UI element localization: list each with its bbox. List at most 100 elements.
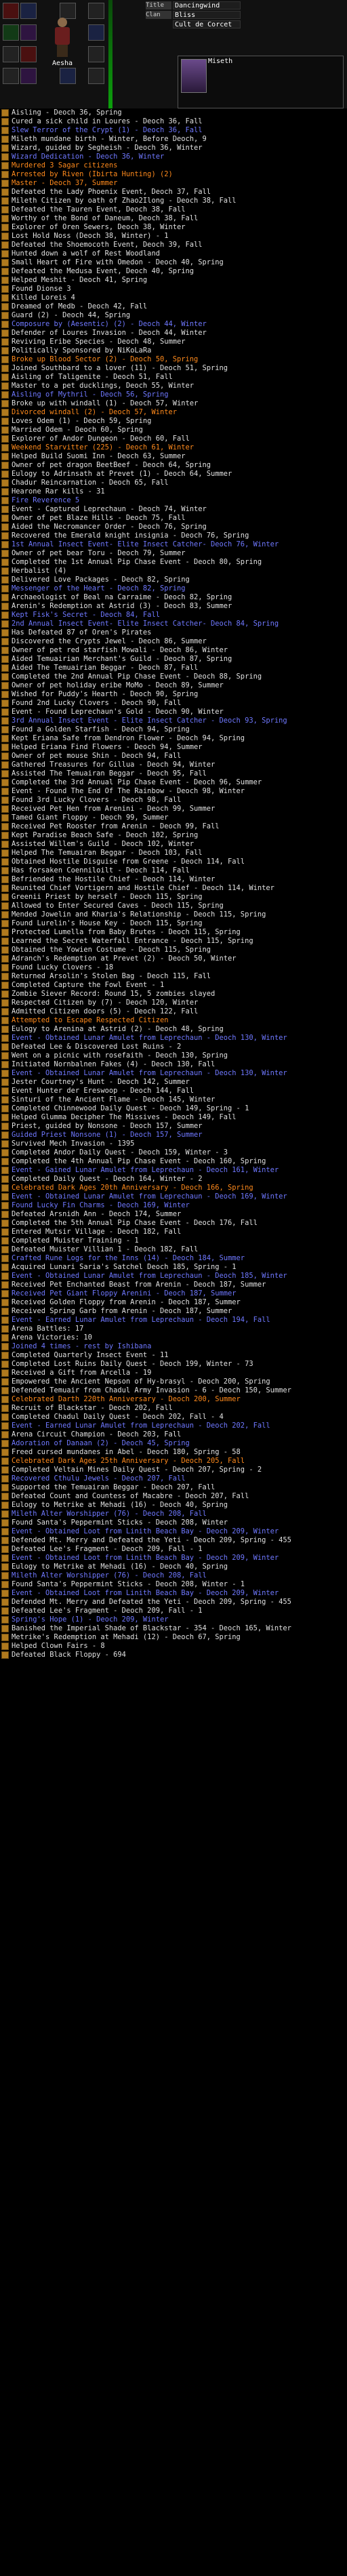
legend-mark-text: Eulogy to Metrike at Mehadi (16) - Deoch… — [12, 1501, 228, 1509]
legend-mark-text: Greenii Priest by herself - Deoch 115, S… — [12, 893, 203, 901]
legend-mark-row: Event - Obtained Loot from Linith Beach … — [0, 1554, 347, 1563]
mark-icon — [1, 171, 9, 178]
legend-mark-row: Aisling - Deoch 36, Spring — [0, 108, 347, 117]
legend-mark-row: Helped Eriana Find Flowers - Deoch 94, S… — [0, 743, 347, 752]
legend-mark-row: Wished for Puddy's Hearth - Deoch 90, Sp… — [0, 690, 347, 699]
legend-mark-text: Reunited Chief Vortigern and Hostile Chi… — [12, 884, 274, 892]
legend-mark-row: Herbalist (4) — [0, 567, 347, 576]
legend-mark-row: Respected Citizen by (7) - Deoch 120, Wi… — [0, 999, 347, 1007]
legend-mark-row: Event - Obtained Loot from Linith Beach … — [0, 1527, 347, 1536]
legend-mark-text: Explorer of Oren Sewers, Deoch 38, Winte… — [12, 223, 186, 231]
mark-icon — [1, 1475, 9, 1483]
legend-mark-row: Received Pet Giant Floppy Arenini - Deoc… — [0, 1289, 347, 1298]
mark-icon — [1, 559, 9, 566]
legend-mark-row: Discovered the Crypts Jewel - Deoch 86, … — [0, 637, 347, 646]
earring-slot[interactable] — [88, 3, 104, 19]
legend-mark-row: Defended Temuair from Chadul Army Invasi… — [0, 1386, 347, 1395]
legend-mark-row: Completed the 1st Annual Pip Chase Event… — [0, 558, 347, 567]
mark-icon — [1, 409, 9, 416]
ring-right-slot[interactable] — [88, 46, 104, 62]
mark-icon — [1, 1634, 9, 1641]
legend-mark-text: Metrike's Redemption at Mehadi (12) - De… — [12, 1633, 241, 1641]
shield-slot[interactable] — [3, 24, 19, 41]
legend-mark-text: Mileth Alter Worshipper (76) - Deoch 208… — [12, 1510, 207, 1518]
legend-mark-row: Event - Obtained Lunar Amulet from Lepre… — [0, 1192, 347, 1201]
legend-mark-text: Worthy of the Bond of Daneum, Deoch 38, … — [12, 214, 199, 222]
legend-mark-text: Explorer of Andor Dungeon - Deoch 60, Fa… — [12, 435, 190, 443]
legend-mark-text: Found 2nd Lucky Clovers - Deoch 90, Fall — [12, 699, 182, 707]
mark-icon — [1, 365, 9, 372]
mark-icon — [1, 1484, 9, 1491]
legend-mark-text: Event - Gained Lunar Amulet from Leprech… — [12, 1166, 279, 1174]
legend-mark-row: Eulogy to Metrike at Mehadi (16) - Deoch… — [0, 1563, 347, 1571]
legend-mark-text: Survived Mech Invasion - 1395 — [12, 1140, 135, 1148]
mark-icon — [1, 1114, 9, 1121]
mark-icon — [1, 611, 9, 619]
mark-icon — [1, 1440, 9, 1447]
mark-icon — [1, 1581, 9, 1588]
legend-mark-row: Found Lucky Fin Charms - Deoch 169, Wint… — [0, 1201, 347, 1210]
boots-slot[interactable] — [20, 68, 37, 84]
legend-mark-text: Learned the Secret Waterfall Entrance - … — [12, 937, 253, 945]
overcoat-slot[interactable] — [60, 68, 76, 84]
mark-icon — [1, 938, 9, 945]
mark-icon — [1, 849, 9, 857]
legend-mark-row: Completed the 5th Annual Pip Chase Event… — [0, 1219, 347, 1228]
mark-icon — [1, 1043, 9, 1051]
gauntlet-right-slot[interactable] — [3, 68, 19, 84]
portrait-name: Miseth — [208, 58, 233, 65]
mark-icon — [1, 1563, 9, 1571]
legend-mark-row: Completed Capture the Fowl Event - 1 — [0, 981, 347, 990]
belt-slot[interactable] — [20, 46, 37, 62]
legend-mark-row: Master - Deoch 37, Summer — [0, 179, 347, 188]
armor-slot[interactable] — [20, 3, 37, 19]
legend-mark-row: Helped Glumma Decipher The Missives - De… — [0, 1113, 347, 1122]
mark-icon — [1, 1422, 9, 1430]
mark-icon — [1, 1149, 9, 1156]
mark-icon — [1, 1308, 9, 1315]
gauntlet-left-slot[interactable] — [3, 46, 19, 62]
legend-mark-text: Spring's Hope (1) - Deoch 209, Winter — [12, 1615, 169, 1624]
mark-icon — [1, 629, 9, 637]
legend-mark-text: Kept Eriana Safe from Dendron Flower - D… — [12, 734, 245, 742]
legend-mark-text: Reviving Eribe Species - Deoch 48, Summe… — [12, 338, 186, 346]
legend-mark-text: Defeated the Shoemocoth Event, Deoch 39,… — [12, 241, 203, 249]
accessory-slot[interactable] — [88, 68, 104, 84]
mark-icon — [1, 391, 9, 399]
legend-mark-row: Wizard, guided by Segheish - Deoch 36, W… — [0, 144, 347, 153]
legend-mark-text: Aided Temuairian Merchant's Guild - Deoc… — [12, 655, 232, 663]
legend-mark-row: Banished the Imperial Shade of Blackstar… — [0, 1624, 347, 1633]
title-field[interactable]: Dancingwind — [173, 1, 241, 9]
mark-icon — [1, 1131, 9, 1139]
legend-mark-row: Cured a sick child in Loures - Deoch 36,… — [0, 117, 347, 126]
legend-mark-text: Helped Eriana Find Flowers - Deoch 94, S… — [12, 743, 203, 751]
legend-mark-row: Celebrated Dark Ages 20th Anniversary - … — [0, 1184, 347, 1192]
legend-mark-row: Went on a picnic with rosefaith - Deoch … — [0, 1051, 347, 1060]
legend-mark-text: Defeated Black Floppy - 694 — [12, 1651, 126, 1659]
mark-icon — [1, 1378, 9, 1386]
legend-mark-text: Celebrated Dark Ages 20th Anniversary - … — [12, 1184, 253, 1192]
mark-icon — [1, 832, 9, 839]
mark-icon — [1, 1449, 9, 1456]
ring-left-slot[interactable] — [88, 24, 104, 41]
legend-mark-row: Arenin's Redemption at Astrid (3) - Deoc… — [0, 602, 347, 611]
legend-mark-text: Event - Earned Lunar Amulet from Leprech… — [12, 1316, 270, 1324]
legend-mark-text: Found Lucky Fin Charms - Deoch 169, Wint… — [12, 1201, 190, 1209]
legend-mark-text: Completed the 2nd Annual Pip Chase Event… — [12, 672, 262, 681]
legend-mark-text: Event - Obtained Lunar Amulet from Lepre… — [12, 1272, 287, 1280]
mark-icon — [1, 788, 9, 795]
legend-mark-row: Event - Gained Lunar Amulet from Leprech… — [0, 1166, 347, 1175]
legend-mark-row: Completed Veltain Mines Daily Quest - De… — [0, 1466, 347, 1474]
legend-mark-text: Weekend Starvitter (225) - Deoch 61, Win… — [12, 443, 194, 451]
portrait-image — [181, 59, 207, 93]
doll-legs — [57, 45, 68, 57]
legend-mark-text: Completed the 3rd Annual Pip Chase Event… — [12, 778, 262, 786]
mark-icon — [1, 620, 9, 628]
legend-mark-text: Received a Gift from Arcella - 19 — [12, 1369, 152, 1377]
necklace-slot[interactable] — [20, 24, 37, 41]
legend-mark-row: Broke up with windall (1) - Deoch 57, Wi… — [0, 399, 347, 408]
mark-icon — [1, 708, 9, 716]
weapon-slot[interactable] — [3, 3, 19, 19]
legend-mark-text: Composure by (Aesentic) (2) - Deoch 44, … — [12, 320, 207, 328]
mark-icon — [1, 664, 9, 672]
